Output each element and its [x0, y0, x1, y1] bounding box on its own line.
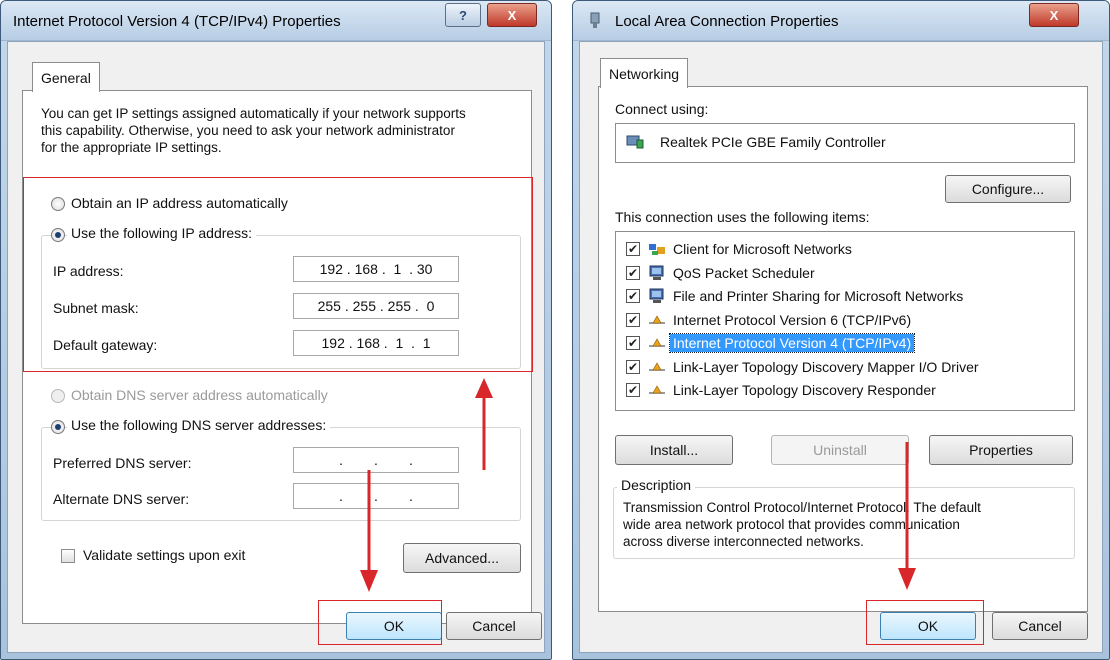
tab-general[interactable]: General	[32, 62, 100, 92]
arrow-annotations-right	[898, 442, 916, 590]
tab-label: General	[41, 69, 91, 86]
arrow-down-to-ok	[898, 442, 916, 590]
tab-networking[interactable]: Networking	[600, 58, 689, 88]
tab-label: Networking	[609, 65, 680, 82]
